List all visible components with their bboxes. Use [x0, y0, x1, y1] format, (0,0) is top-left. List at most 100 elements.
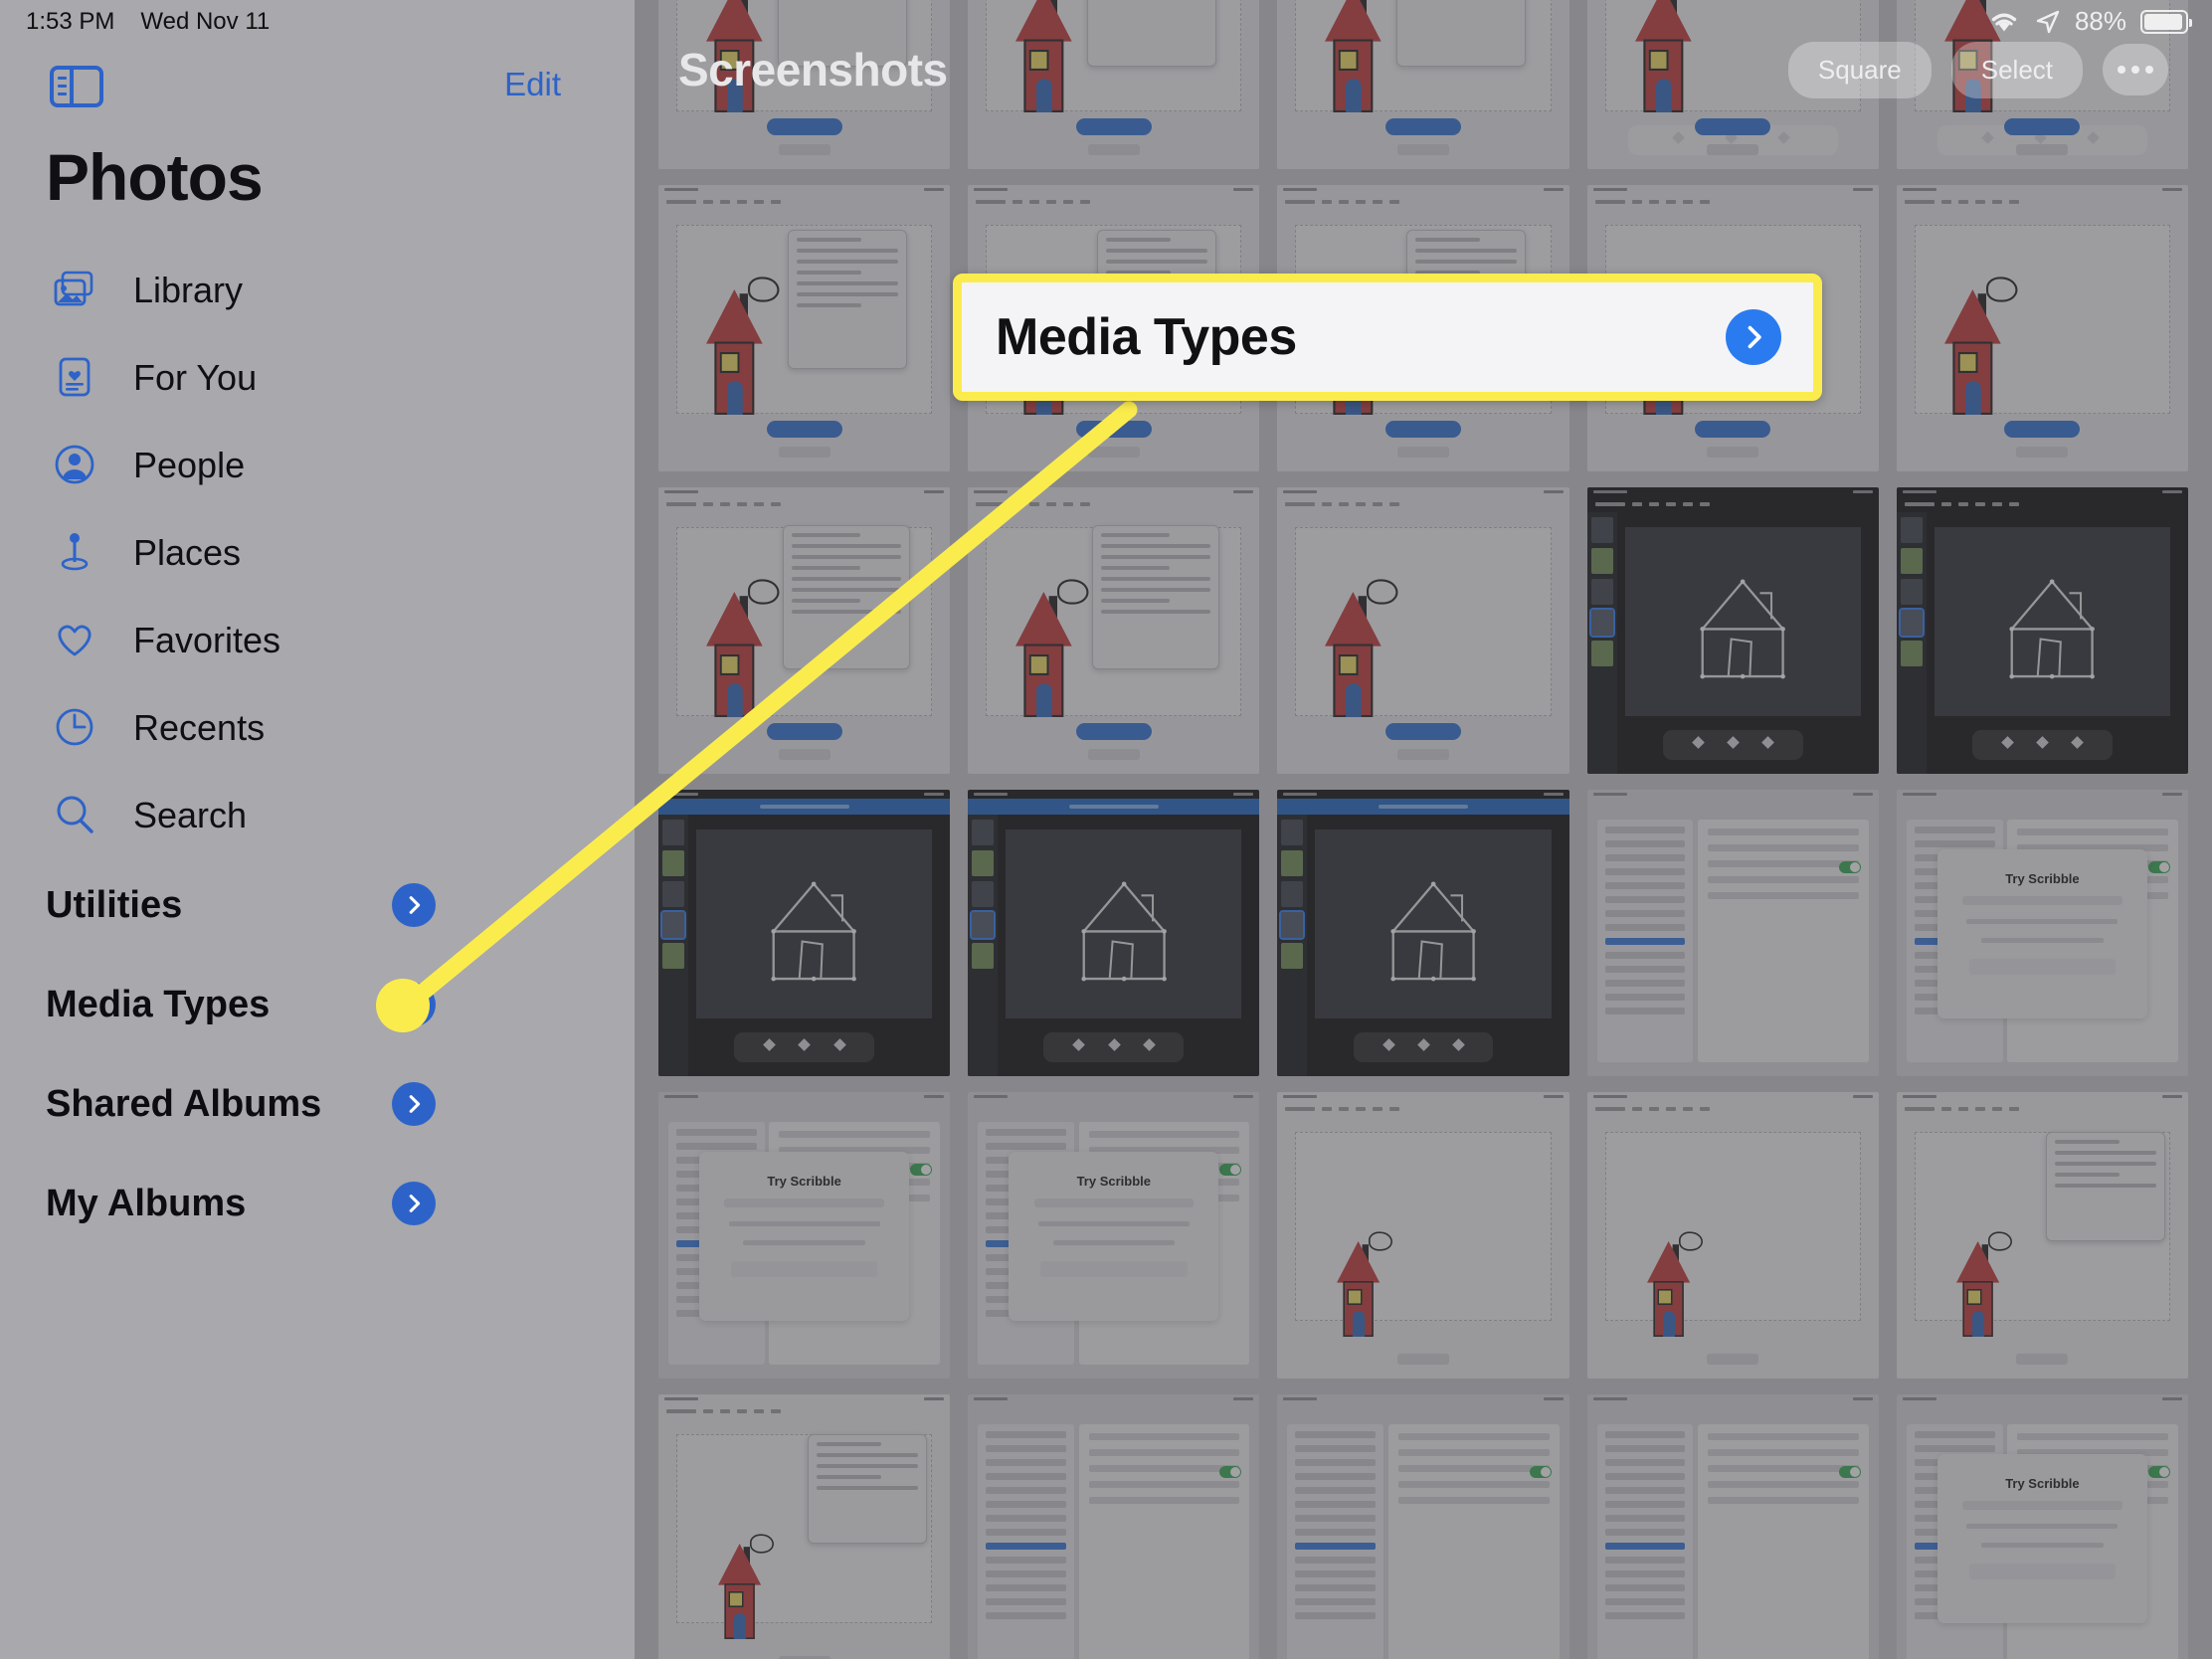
chalk-house-sketch	[724, 852, 903, 996]
photo-thumbnail[interactable]	[1896, 487, 2188, 774]
toggle-switch	[1219, 1466, 1242, 1478]
section-label: Shared Albums	[46, 1082, 322, 1125]
chevron-right-icon[interactable]	[1726, 309, 1781, 365]
photo-thumbnail[interactable]	[658, 487, 951, 774]
photo-stack-icon	[52, 267, 107, 314]
wifi-icon	[1991, 13, 2017, 31]
photo-grid: Try Scribble Try Scribble Try Scribble T…	[635, 0, 2212, 1659]
photo-thumbnail[interactable]	[1277, 0, 1569, 169]
photo-thumbnail[interactable]	[1586, 487, 1879, 774]
sidebar-item-people[interactable]: People	[0, 422, 635, 509]
try-scribble-dialog: Try Scribble	[1009, 1152, 1219, 1321]
mini-popover	[788, 230, 907, 369]
sidebar-section-my-albums[interactable]: My Albums	[0, 1154, 635, 1253]
callout-label: Media Types	[996, 308, 1297, 366]
date-label: Wed Nov 11	[140, 8, 271, 35]
for-you-card-icon	[52, 354, 107, 402]
photo-thumbnail[interactable]	[968, 1394, 1260, 1659]
photo-thumbnail[interactable]	[1277, 1394, 1569, 1659]
sidebar-item-for-you[interactable]: For You	[0, 334, 635, 422]
section-label: Media Types	[46, 983, 271, 1025]
sidebar: 1:53 PM Wed Nov 11 Edit Photos Library F…	[0, 0, 635, 1659]
mini-settings-detail	[1078, 1424, 1250, 1659]
chevron-right-icon[interactable]	[392, 1182, 436, 1225]
sidebar-section-media-types[interactable]: Media Types	[0, 955, 635, 1054]
toggle-switch	[1838, 861, 1861, 873]
mini-settings-detail	[1698, 820, 1869, 1062]
sidebar-section-shared-albums[interactable]: Shared Albums	[0, 1054, 635, 1154]
chevron-right-icon[interactable]	[392, 983, 436, 1026]
photo-thumbnail[interactable]: Try Scribble	[968, 1092, 1260, 1379]
chevron-right-icon[interactable]	[392, 1082, 436, 1126]
mini-settings-detail	[1387, 1424, 1560, 1659]
map-pin-icon	[52, 529, 107, 577]
toggle-switch	[2148, 1466, 2170, 1478]
sidebar-nav-list: Library For You People Places Favorites …	[0, 247, 635, 859]
toggle-switch	[1529, 1466, 1552, 1478]
photo-thumbnail[interactable]	[658, 0, 951, 169]
photo-thumbnail[interactable]	[968, 790, 1260, 1076]
photo-thumbnail[interactable]	[968, 0, 1260, 169]
sidebar-toggle-icon[interactable]	[50, 66, 103, 107]
more-options-button[interactable]	[2103, 44, 2168, 95]
toggle-switch	[910, 1164, 933, 1176]
toolbar-actions: Square Select	[1787, 41, 2168, 98]
mini-popover	[1396, 0, 1527, 67]
photo-thumbnail[interactable]	[1277, 487, 1569, 774]
photo-thumbnail[interactable]	[1896, 185, 2188, 471]
photo-thumbnail[interactable]	[1277, 1092, 1569, 1379]
scribble-title: Try Scribble	[2005, 871, 2080, 886]
mini-settings-list	[1596, 820, 1694, 1062]
magnifier-icon	[52, 792, 107, 839]
sidebar-item-places[interactable]: Places	[0, 509, 635, 597]
photo-thumbnail[interactable]	[1586, 1394, 1879, 1659]
sidebar-item-label: People	[133, 445, 246, 485]
sidebar-item-label: Search	[133, 795, 248, 835]
photo-thumbnail[interactable]	[1586, 790, 1879, 1076]
chalk-house-sketch	[1962, 550, 2141, 693]
toggle-switch	[2148, 861, 2170, 873]
mini-popover	[783, 525, 910, 669]
clock-icon	[52, 704, 107, 752]
page-title: Photos	[46, 140, 264, 214]
photo-thumbnail[interactable]: Try Scribble	[1896, 1394, 2188, 1659]
chalk-house-sketch	[1653, 550, 1832, 693]
photo-thumbnail[interactable]: Try Scribble	[658, 1092, 951, 1379]
scribble-title: Try Scribble	[767, 1174, 841, 1189]
sidebar-item-favorites[interactable]: Favorites	[0, 597, 635, 684]
mini-popover	[1087, 0, 1217, 67]
select-button[interactable]: Select	[1950, 41, 2083, 98]
sidebar-item-label: For You	[133, 357, 258, 398]
clock-label: 1:53 PM	[26, 8, 115, 35]
photo-grid-panel[interactable]: Try Scribble Try Scribble Try Scribble T…	[635, 0, 2212, 1659]
sidebar-item-search[interactable]: Search	[0, 772, 635, 859]
square-button[interactable]: Square	[1787, 41, 1932, 98]
mini-popover	[778, 0, 907, 67]
sidebar-item-label: Places	[133, 532, 242, 573]
sidebar-section-list: Utilities Media Types Shared Albums My A…	[0, 855, 635, 1253]
photo-thumbnail[interactable]	[1586, 1092, 1879, 1379]
photo-thumbnail[interactable]	[1277, 790, 1569, 1076]
toggle-switch	[1219, 1164, 1242, 1176]
photo-thumbnail[interactable]: Try Scribble	[1896, 790, 2188, 1076]
battery-percent-label: 88%	[2074, 6, 2126, 36]
mini-popover	[2045, 1132, 2165, 1241]
chalk-house-sketch	[1034, 852, 1213, 996]
section-label: Utilities	[46, 883, 183, 926]
edit-button[interactable]: Edit	[504, 66, 561, 103]
sidebar-section-utilities[interactable]: Utilities	[0, 855, 635, 955]
chevron-right-icon[interactable]	[392, 883, 436, 927]
try-scribble-dialog: Try Scribble	[699, 1152, 910, 1321]
sidebar-item-recents[interactable]: Recents	[0, 684, 635, 772]
photo-thumbnail[interactable]	[658, 790, 951, 1076]
section-label: My Albums	[46, 1182, 247, 1224]
sidebar-item-library[interactable]: Library	[0, 247, 635, 334]
photo-thumbnail[interactable]	[1896, 1092, 2188, 1379]
ellipsis-icon	[2118, 66, 2125, 74]
location-arrow-icon	[2036, 10, 2060, 33]
mini-settings-detail	[1698, 1424, 1869, 1659]
photo-thumbnail[interactable]	[658, 185, 951, 471]
photo-thumbnail[interactable]	[658, 1394, 951, 1659]
photo-thumbnail[interactable]	[968, 487, 1260, 774]
status-bar-left: 1:53 PM Wed Nov 11	[26, 8, 270, 36]
